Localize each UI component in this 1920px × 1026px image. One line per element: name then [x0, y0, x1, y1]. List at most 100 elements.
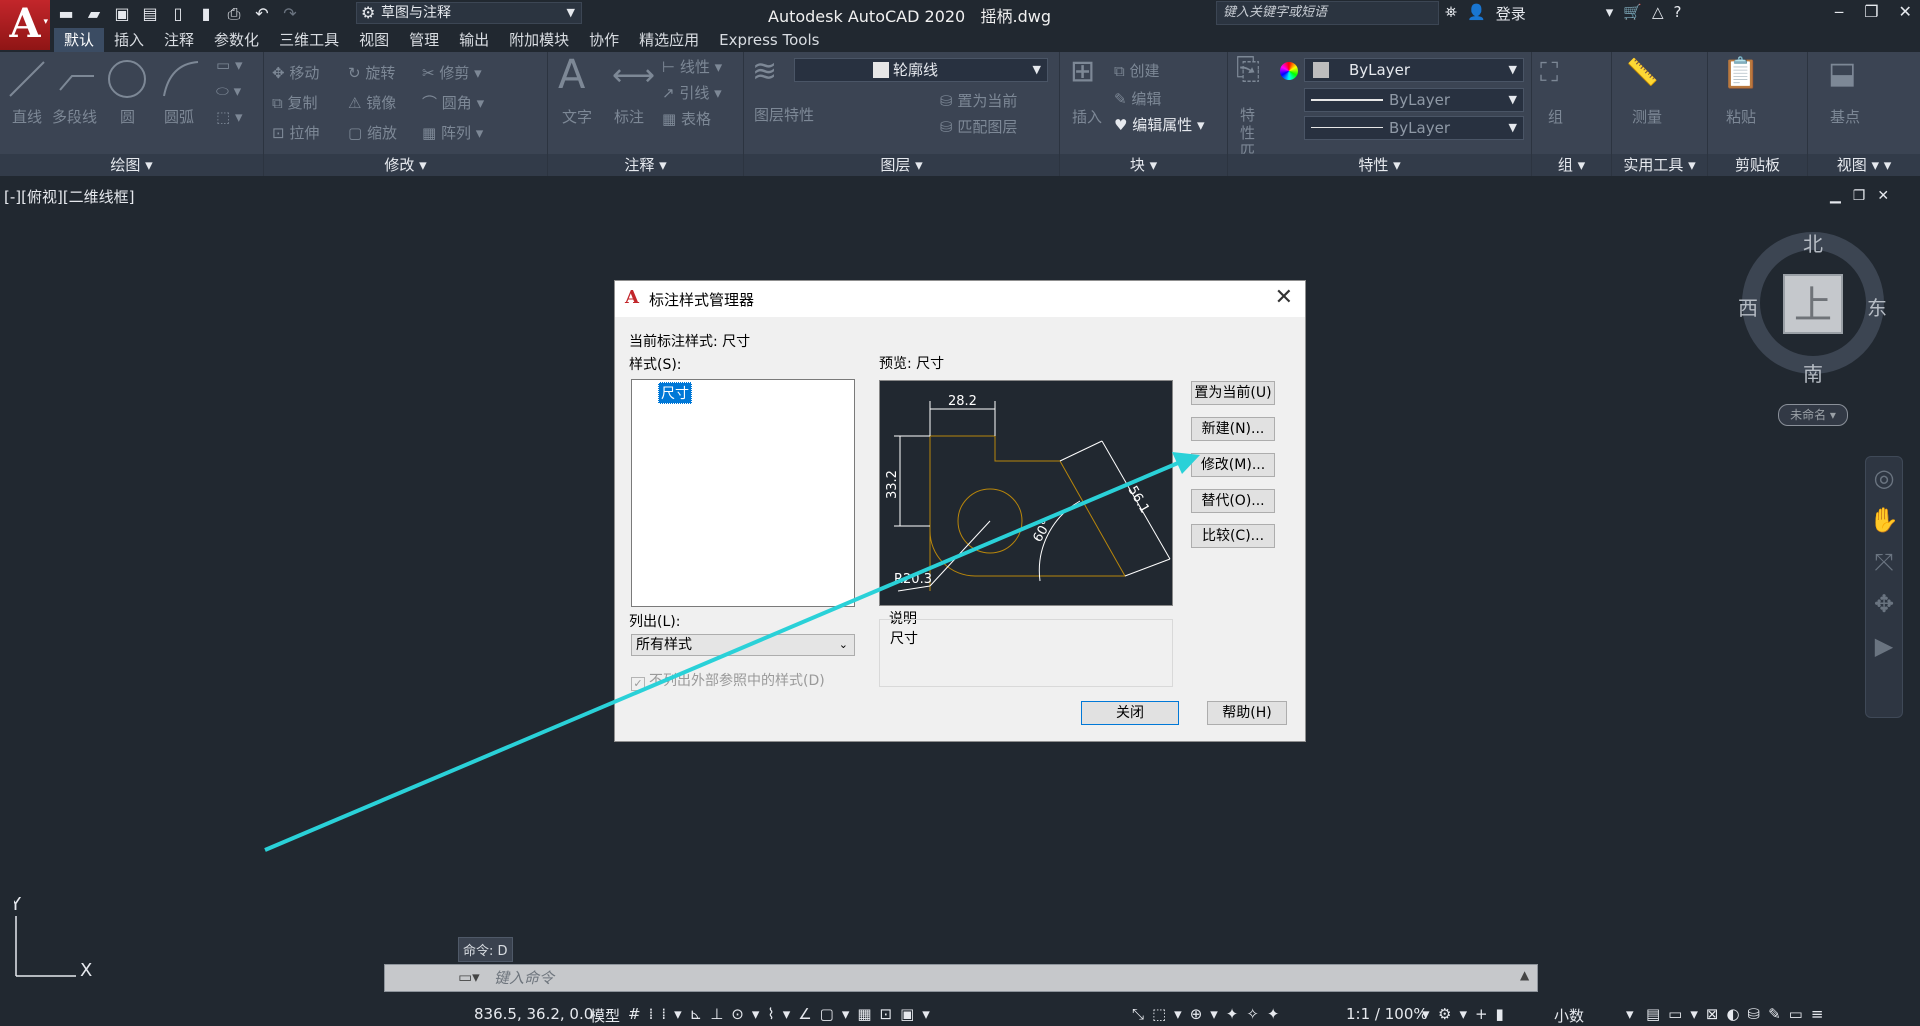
viewcube-top-face[interactable]: 上: [1783, 274, 1843, 334]
exclude-xref-checkbox[interactable]: ✓ 不列出外部参照中的样式(D): [631, 670, 825, 691]
edit-block-button[interactable]: ✎ 编辑: [1114, 88, 1161, 109]
modify-button[interactable]: 修改(M)...: [1191, 453, 1275, 477]
stretch-button[interactable]: ⊡ 拉伸: [272, 122, 319, 143]
open-folder-icon[interactable]: ▰: [84, 4, 104, 24]
tab-9[interactable]: 协作: [579, 28, 629, 52]
text-button[interactable]: 文字: [562, 106, 592, 127]
leader-button[interactable]: ↗ 引线 ▾: [662, 82, 722, 103]
help-icon[interactable]: ?: [1673, 3, 1681, 24]
tab-5[interactable]: 视图: [349, 28, 399, 52]
application-menu-button[interactable]: A ▾: [0, 0, 50, 50]
export-icon[interactable]: ▮: [196, 4, 216, 24]
zoom-extents-icon[interactable]: ⤧: [1866, 541, 1902, 583]
tab-0[interactable]: 默认: [54, 28, 105, 52]
line-icon[interactable]: [8, 60, 46, 98]
panel-title-utilities[interactable]: 实用工具 ▾: [1612, 154, 1707, 176]
panel-title-view[interactable]: 视图 ▾ ▾: [1808, 154, 1920, 176]
copy-button[interactable]: ⧉ 复制: [272, 92, 318, 113]
workspace-switcher[interactable]: ⚙ 草图与注释 ▼: [356, 2, 582, 24]
tab-11[interactable]: Express Tools: [709, 28, 829, 52]
group-button[interactable]: 组: [1548, 106, 1563, 127]
drafting-toggles[interactable]: #⁞⁞▾⊾⊥⊙▾⌇▾∠▢▾▦⊡▣▾: [628, 1005, 938, 1023]
units-dropdown[interactable]: 小数: [1554, 1005, 1584, 1026]
color-wheel-icon[interactable]: [1280, 62, 1298, 80]
dialog-titlebar[interactable]: A 标注样式管理器 ✕: [615, 281, 1305, 317]
tab-6[interactable]: 管理: [399, 28, 449, 52]
hatch-icon[interactable]: ⬚ ▾: [216, 108, 242, 126]
undo-icon[interactable]: ↶: [252, 4, 272, 24]
close-icon[interactable]: ✕: [1899, 2, 1912, 21]
compare-button[interactable]: 比较(C)...: [1191, 524, 1275, 548]
search-input[interactable]: 键入关键字或短语: [1216, 1, 1439, 25]
annotation-scale[interactable]: 1:1 / 100%: [1346, 1005, 1428, 1023]
redo-icon[interactable]: ↷: [280, 4, 300, 24]
panel-title-block[interactable]: 块 ▾: [1060, 154, 1227, 176]
new-file-icon[interactable]: ▬: [56, 4, 76, 24]
save-as-icon[interactable]: ▤: [140, 4, 160, 24]
panel-title-draw[interactable]: 绘图 ▾: [0, 154, 263, 176]
base-point-icon[interactable]: ⬓: [1828, 56, 1856, 91]
ellipse-icon[interactable]: ⬭ ▾: [216, 82, 241, 100]
compass-south[interactable]: 南: [1803, 358, 1823, 387]
compass-west[interactable]: 西: [1738, 292, 1758, 321]
linetype-dropdown[interactable]: ByLayer ▼: [1304, 88, 1524, 112]
ucs-menu[interactable]: 未命名 ▾: [1778, 404, 1848, 426]
command-input[interactable]: 键入命令: [494, 967, 554, 988]
polyline-button[interactable]: 多段线: [52, 106, 97, 127]
insert-block-icon[interactable]: ⊞: [1070, 54, 1095, 89]
close-icon[interactable]: ✕: [1275, 285, 1293, 310]
rectangle-icon[interactable]: ▭ ▾: [216, 56, 242, 74]
coordinates[interactable]: 836.5, 36.2, 0.0: [474, 1005, 593, 1023]
rotate-button[interactable]: ↻ 旋转: [348, 62, 395, 83]
measure-icon[interactable]: 📏: [1626, 58, 1658, 88]
layer-properties-icon[interactable]: ≋: [752, 54, 777, 89]
list-item[interactable]: 尺寸: [658, 382, 692, 404]
table-button[interactable]: ▦ 表格: [662, 108, 711, 129]
close-icon[interactable]: ✕: [1877, 188, 1889, 204]
text-icon[interactable]: A: [558, 52, 585, 98]
mirror-button[interactable]: ⚠ 镜像: [348, 92, 396, 113]
user-icon[interactable]: 👤: [1467, 3, 1486, 24]
print-icon[interactable]: ⎙: [224, 4, 244, 24]
compass-east[interactable]: 东: [1867, 292, 1887, 321]
panel-title-layers[interactable]: 图层 ▾: [744, 154, 1059, 176]
model-space-button[interactable]: 模型: [590, 1005, 620, 1026]
compass-north[interactable]: 北: [1803, 228, 1823, 257]
new-button[interactable]: 新建(N)...: [1191, 417, 1275, 441]
annotation-toggles[interactable]: ⤡⬚▾⊕▾✦✧✦: [1132, 1005, 1288, 1023]
edit-attributes-button[interactable]: ♥ 编辑属性 ▾: [1114, 114, 1205, 135]
a360-icon[interactable]: △: [1652, 3, 1664, 24]
web-mobile-icon[interactable]: ▯: [168, 4, 188, 24]
command-line[interactable]: [384, 964, 1538, 992]
showmotion-icon[interactable]: ▶: [1866, 625, 1902, 667]
list-filter-dropdown[interactable]: 所有样式 ⌄: [631, 634, 855, 656]
set-current-layer-button[interactable]: ⛁ 置为当前: [940, 90, 1017, 111]
insert-button[interactable]: 插入: [1072, 106, 1102, 127]
dimension-button[interactable]: 标注: [614, 106, 644, 127]
dimension-icon[interactable]: ⟷: [612, 58, 655, 93]
move-button[interactable]: ✥ 移动: [272, 62, 319, 83]
chevron-up-icon[interactable]: ▲: [1520, 968, 1529, 982]
tab-10[interactable]: 精选应用: [629, 28, 709, 52]
status-extra-toggles[interactable]: ▤▭▾⊠◐⛁✎▭≡: [1646, 1005, 1831, 1023]
scale-button[interactable]: ▢ 缩放: [348, 122, 397, 143]
pan-icon[interactable]: ✋: [1866, 499, 1902, 541]
minimize-icon[interactable]: ▁: [1830, 188, 1841, 204]
base-button[interactable]: 基点: [1830, 106, 1860, 127]
create-block-button[interactable]: ⧉ 创建: [1114, 60, 1160, 81]
command-prompt-icon[interactable]: ▭▾: [458, 968, 480, 986]
arc-button[interactable]: 圆弧: [164, 106, 194, 127]
orbit-icon[interactable]: ✥: [1866, 583, 1902, 625]
tab-7[interactable]: 输出: [449, 28, 499, 52]
layer-dropdown[interactable]: 轮廓线 ▼: [794, 58, 1048, 82]
panel-title-modify[interactable]: 修改 ▾: [264, 154, 547, 176]
override-button[interactable]: 替代(O)...: [1191, 489, 1275, 513]
viewport-controls[interactable]: [-][俯视][二维线框]: [4, 186, 135, 207]
minimize-icon[interactable]: ‒: [1834, 2, 1844, 21]
restore-icon[interactable]: ❐: [1853, 188, 1866, 204]
paste-icon[interactable]: 📋: [1722, 56, 1759, 91]
login-button[interactable]: 登录: [1496, 3, 1526, 24]
color-dropdown[interactable]: ByLayer ▼: [1304, 58, 1524, 82]
group-icon[interactable]: ⛶: [1540, 58, 1558, 89]
tab-1[interactable]: 插入: [104, 28, 154, 52]
